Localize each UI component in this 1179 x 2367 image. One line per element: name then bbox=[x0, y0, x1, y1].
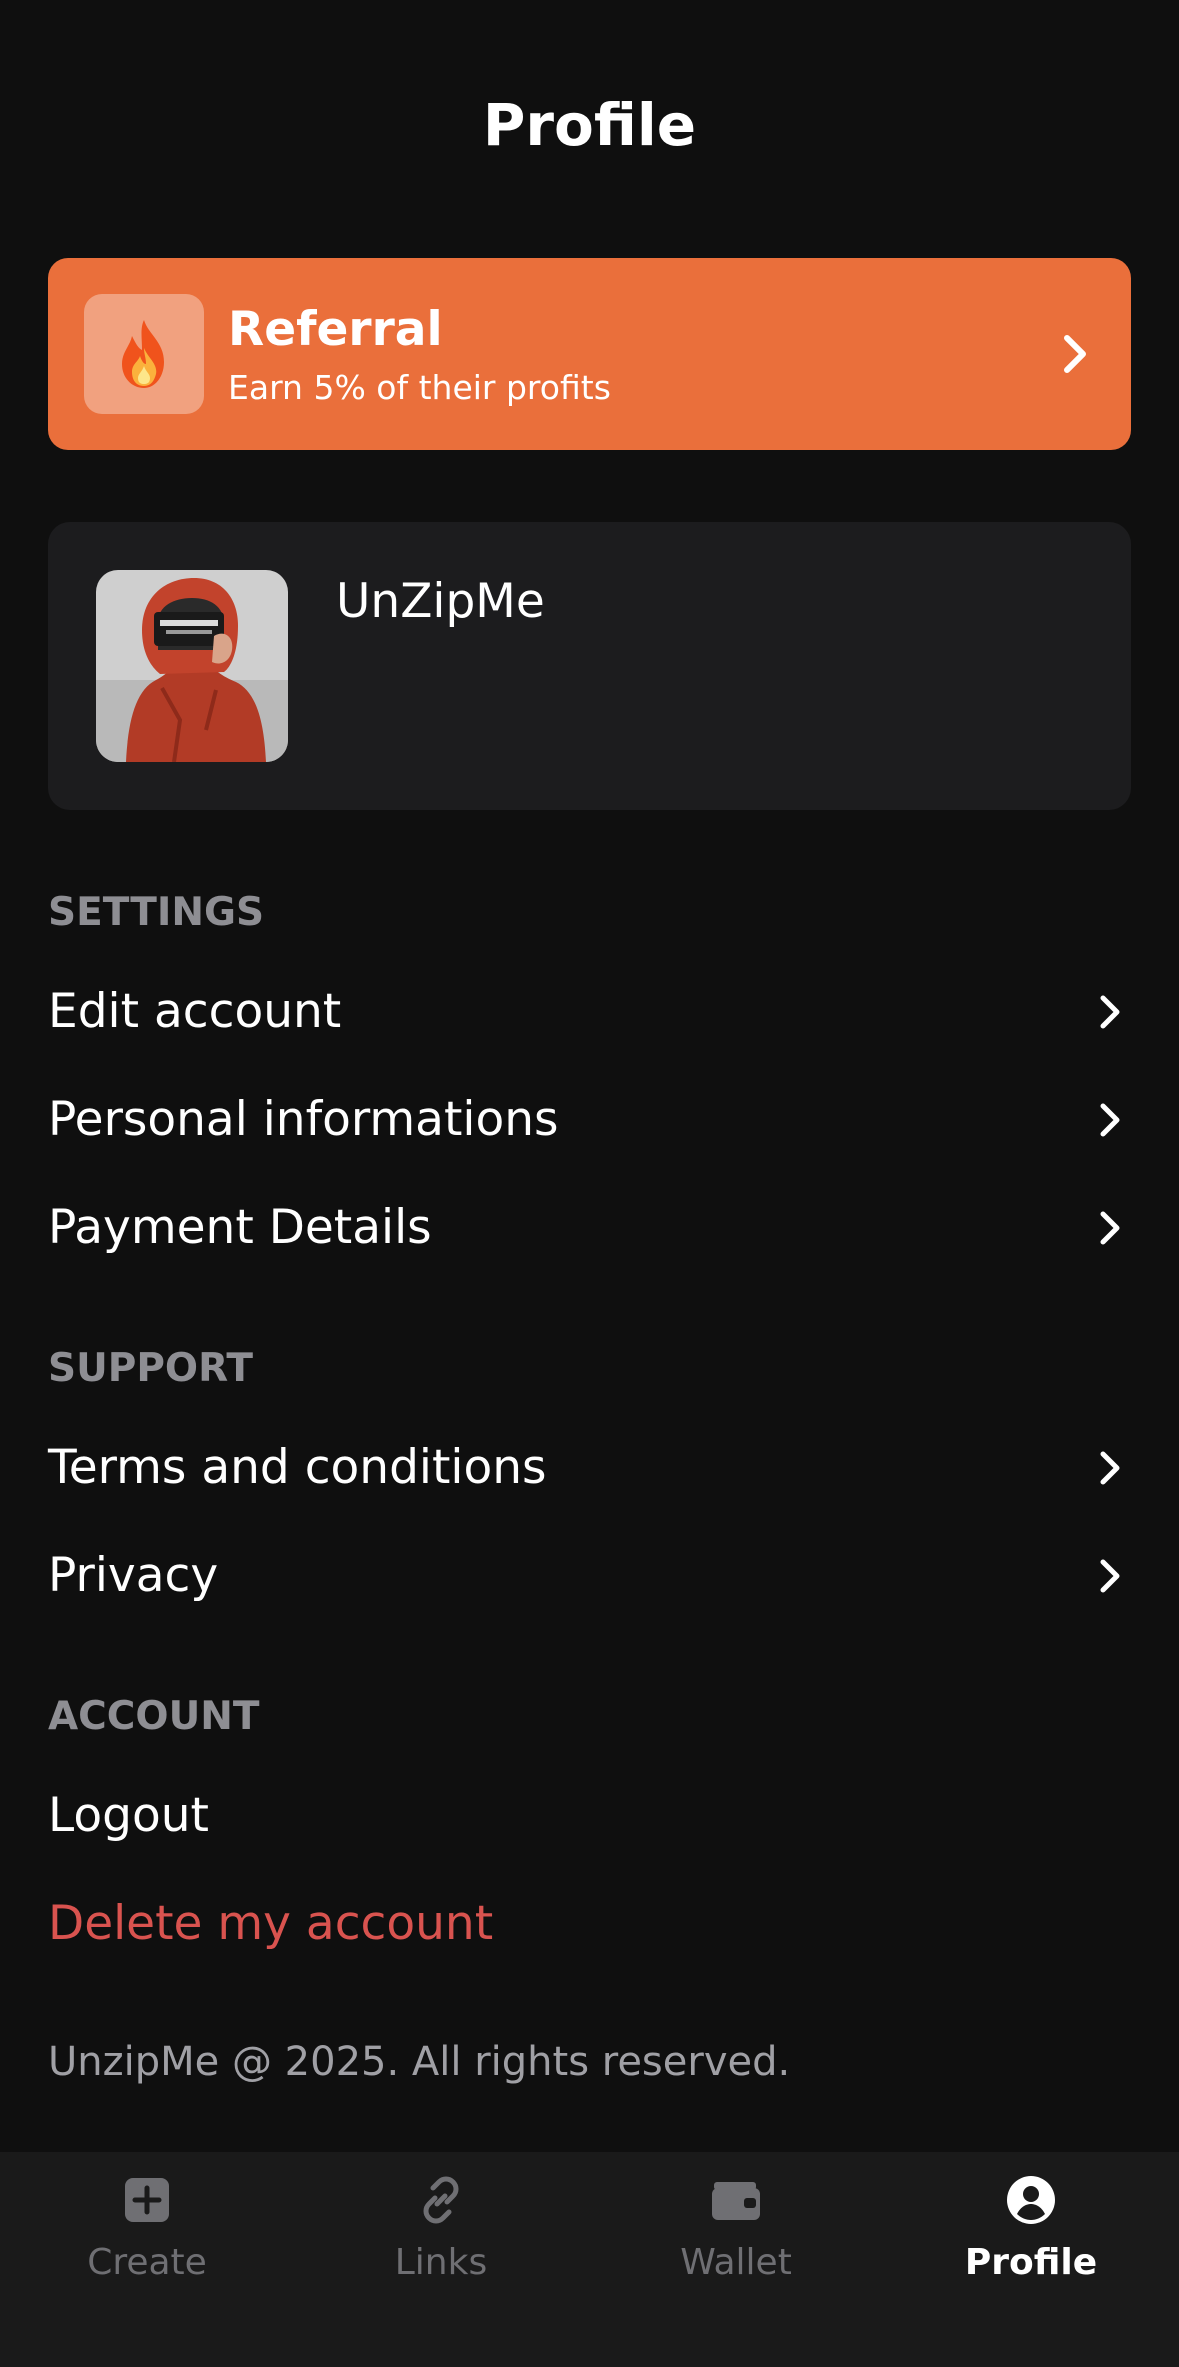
referral-subtitle: Earn 5% of their profits bbox=[228, 368, 611, 407]
tab-wallet[interactable]: Wallet bbox=[589, 2174, 883, 2314]
fire-icon bbox=[122, 320, 164, 388]
delete-account-label: Delete my account bbox=[48, 1896, 494, 1951]
page-title: Profile bbox=[482, 91, 697, 159]
referral-title: Referral bbox=[228, 302, 443, 357]
tab-label: Wallet bbox=[680, 2242, 792, 2283]
section-header-settings: SETTINGS bbox=[48, 890, 265, 935]
menu-item-label: Terms and conditions bbox=[48, 1440, 547, 1495]
tab-links[interactable]: Links bbox=[294, 2174, 588, 2314]
chevron-right-icon bbox=[1100, 1103, 1120, 1137]
tab-label: Profile bbox=[964, 2242, 1098, 2283]
menu-item-label: Personal informations bbox=[48, 1092, 559, 1147]
referral-icon-container bbox=[84, 294, 204, 414]
chevron-right-icon bbox=[1100, 995, 1120, 1029]
avatar[interactable] bbox=[96, 570, 288, 762]
menu-item-privacy[interactable]: Privacy bbox=[48, 1536, 1131, 1616]
chevron-right-icon bbox=[1100, 1451, 1120, 1485]
menu-item-personal-informations[interactable]: Personal informations bbox=[48, 1080, 1131, 1160]
menu-item-terms-and-conditions[interactable]: Terms and conditions bbox=[48, 1428, 1131, 1508]
link-icon bbox=[423, 2176, 459, 2224]
logout-label: Logout bbox=[48, 1788, 209, 1843]
section-header-support: SUPPORT bbox=[48, 1346, 253, 1391]
tab-label: Links bbox=[394, 2242, 488, 2283]
menu-item-payment-details[interactable]: Payment Details bbox=[48, 1188, 1131, 1268]
delete-account-button[interactable]: Delete my account bbox=[48, 1884, 1131, 1964]
bottom-tab-bar: Create Links Wallet Profile bbox=[0, 2152, 1179, 2367]
username: UnZipMe bbox=[336, 574, 545, 629]
menu-item-edit-account[interactable]: Edit account bbox=[48, 972, 1131, 1052]
menu-item-label: Edit account bbox=[48, 984, 342, 1039]
logout-button[interactable]: Logout bbox=[48, 1776, 1131, 1856]
chevron-right-icon bbox=[1064, 335, 1086, 373]
tab-profile[interactable]: Profile bbox=[884, 2174, 1178, 2314]
section-header-account: ACCOUNT bbox=[48, 1694, 260, 1739]
chevron-right-icon bbox=[1100, 1559, 1120, 1593]
copyright-text: UnzipMe @ 2025. All rights reserved. bbox=[48, 2039, 791, 2085]
user-circle-icon bbox=[1007, 2176, 1055, 2224]
user-card: UnZipMe bbox=[48, 522, 1131, 810]
menu-item-label: Payment Details bbox=[48, 1200, 432, 1255]
wallet-icon bbox=[712, 2182, 760, 2220]
referral-banner[interactable]: Referral Earn 5% of their profits bbox=[48, 258, 1131, 450]
plus-square-icon bbox=[125, 2178, 169, 2222]
tab-create[interactable]: Create bbox=[0, 2174, 294, 2314]
tab-label: Create bbox=[87, 2242, 207, 2283]
chevron-right-icon bbox=[1100, 1211, 1120, 1245]
menu-item-label: Privacy bbox=[48, 1548, 219, 1603]
